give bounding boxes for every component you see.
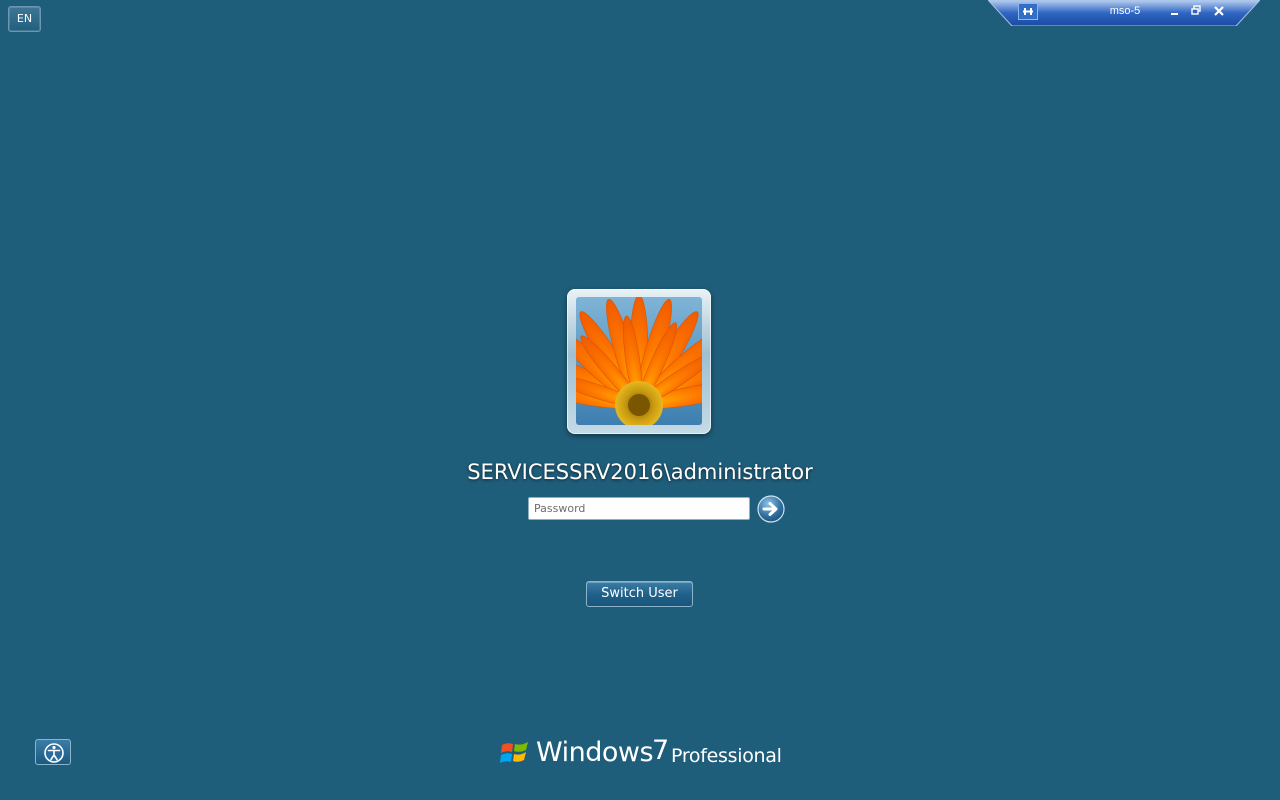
close-button[interactable] [1212,4,1226,18]
windows-edition: Professional [671,745,782,767]
restore-button[interactable] [1189,4,1203,18]
windows-branding: Windows 7 Professional [500,735,782,775]
windows-flag-icon [500,742,528,763]
pin-button[interactable] [1018,3,1038,20]
user-account-name: SERVICESSRV2016\administrator [467,460,813,484]
connection-title: mso-5 [1109,5,1141,17]
ease-of-access-button[interactable] [35,739,71,765]
close-icon [1214,6,1224,16]
remote-desktop-connection-bar: mso-5 [988,0,1260,26]
minimize-icon [1171,13,1178,15]
windows-wordmark: Windows [536,737,654,768]
switch-user-button[interactable]: Switch User [586,581,693,607]
ease-of-access-icon [44,743,64,763]
pin-icon [1023,8,1033,15]
arrow-right-icon [757,495,785,523]
restore-icon [1191,5,1201,15]
user-tile [567,289,711,434]
submit-login-button[interactable] [757,495,785,523]
password-input[interactable] [528,497,750,520]
windows-version: 7 [652,735,670,766]
input-language-button[interactable]: EN [8,6,41,32]
minimize-button[interactable] [1168,4,1182,18]
user-picture-flower [576,297,702,425]
